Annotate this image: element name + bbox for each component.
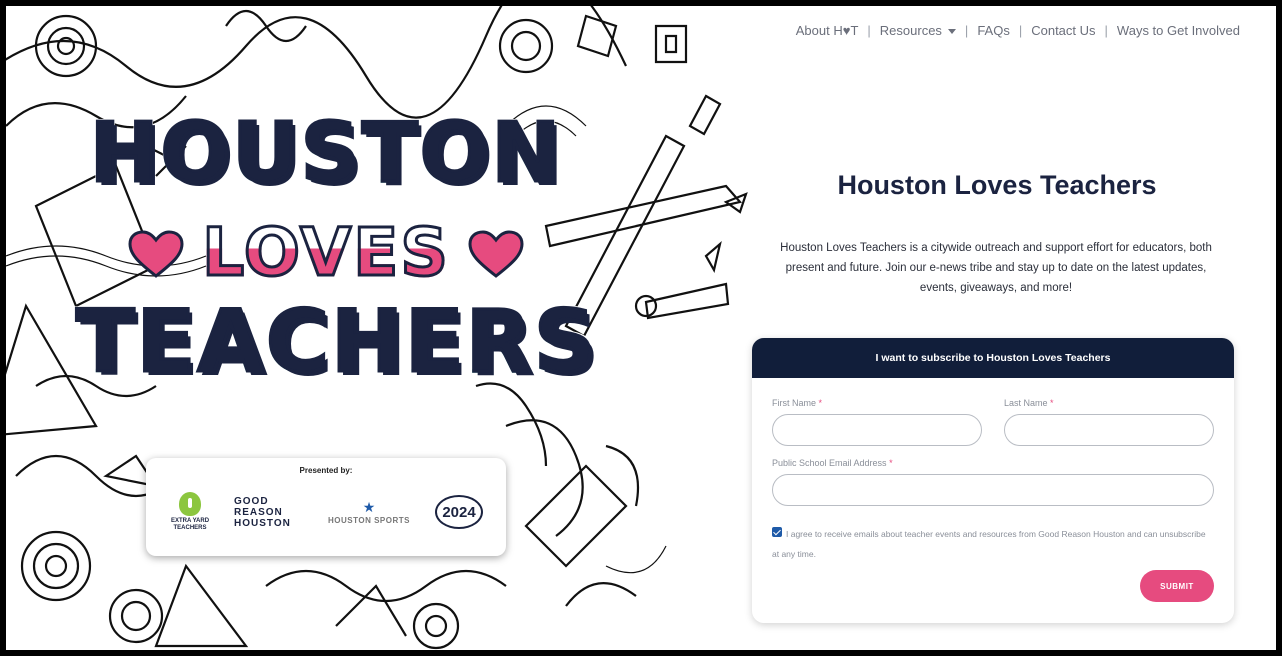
sponsor-houston-sports[interactable]: ★ HOUSTON SPORTS bbox=[322, 482, 416, 542]
apple-icon bbox=[179, 492, 201, 516]
first-name-label: First Name * bbox=[772, 398, 823, 408]
nav-faqs[interactable]: FAQs bbox=[977, 23, 1010, 38]
nav-separator: | bbox=[964, 23, 969, 38]
submit-button[interactable]: SUBMIT bbox=[1140, 570, 1214, 602]
logo-line-teachers: TEACHERS bbox=[75, 291, 598, 394]
caret-down-icon bbox=[947, 29, 956, 35]
heart-icon bbox=[468, 230, 524, 278]
presented-by-card: Presented by: EXTRA YARD TEACHERS GOOD R… bbox=[146, 458, 506, 556]
star-icon: ★ bbox=[362, 499, 376, 515]
email-input[interactable] bbox=[772, 474, 1214, 506]
page-title: Houston Loves Teachers bbox=[837, 170, 1157, 200]
page-description: Houston Loves Teachers is a citywide out… bbox=[780, 242, 1212, 294]
email-label: Public School Email Address * bbox=[772, 458, 893, 468]
consent-text: I agree to receive emails about teacher … bbox=[772, 529, 1206, 559]
presented-by-label: Presented by: bbox=[299, 466, 353, 475]
nav-resources[interactable]: Resources bbox=[880, 23, 956, 38]
nav-separator: | bbox=[1018, 23, 1023, 38]
nav-ways-to-get-involved[interactable]: Ways to Get Involved bbox=[1117, 23, 1240, 38]
heart-icon bbox=[128, 230, 184, 278]
houston-loves-teachers-logo: HOUSTON LOVES TEACHERS bbox=[75, 96, 598, 436]
page: HOUSTON LOVES TEACHERS Presented by: EXT… bbox=[6, 6, 1276, 650]
sponsor-extra-yard-teachers[interactable]: EXTRA YARD TEACHERS bbox=[164, 482, 216, 542]
nav-separator: | bbox=[867, 23, 871, 38]
last-name-input[interactable] bbox=[1004, 414, 1214, 446]
sponsor-2024[interactable]: 2024 bbox=[426, 482, 492, 542]
subscribe-form: I want to subscribe to Houston Loves Tea… bbox=[752, 338, 1234, 623]
form-header: I want to subscribe to Houston Loves Tea… bbox=[752, 338, 1234, 378]
first-name-input[interactable] bbox=[772, 414, 982, 446]
last-name-label: Last Name * bbox=[1004, 398, 1054, 408]
sponsor-good-reason-houston[interactable]: GOOD REASON HOUSTON bbox=[234, 482, 310, 542]
hero-artwork: HOUSTON LOVES TEACHERS Presented by: EXT… bbox=[6, 6, 766, 650]
nav-about[interactable]: About H♥T bbox=[796, 23, 859, 38]
nav-separator: | bbox=[1104, 23, 1108, 38]
top-nav: About H♥T | Resources | FAQs | Contact U… bbox=[796, 23, 1240, 38]
logo-line-houston: HOUSTON bbox=[88, 105, 563, 203]
nav-contact-us[interactable]: Contact Us bbox=[1031, 23, 1095, 38]
